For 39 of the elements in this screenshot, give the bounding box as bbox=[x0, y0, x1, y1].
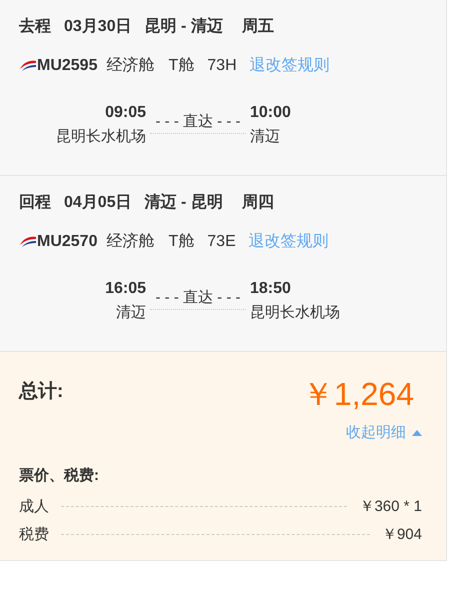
fee-label: 成人 bbox=[19, 497, 49, 517]
arrival-airport: 昆明长水机场 bbox=[250, 303, 340, 323]
refund-rules-link[interactable]: 退改签规则 bbox=[250, 56, 330, 76]
arrival-time: 10:00 bbox=[250, 103, 291, 123]
fee-amount: ￥904 bbox=[382, 525, 422, 545]
aircraft-type: 73E bbox=[207, 232, 236, 252]
arrival-airport: 清迈 bbox=[250, 127, 280, 147]
arrival-time: 18:50 bbox=[250, 279, 291, 299]
cabin-code: T舱 bbox=[168, 232, 194, 252]
flight-weekday: 周四 bbox=[242, 193, 274, 213]
flight-number: MU2570 bbox=[37, 232, 98, 252]
departure-time: 16:05 bbox=[105, 279, 146, 299]
flight-date: 04月05日 bbox=[64, 193, 132, 213]
collapse-details-button[interactable]: 收起明细 bbox=[346, 422, 422, 444]
airline-logo-icon bbox=[19, 59, 37, 73]
departure-airport: 昆明长水机场 bbox=[56, 127, 146, 147]
fee-amount: ￥360 * 1 bbox=[359, 497, 422, 517]
breakdown-title: 票价、税费: bbox=[19, 466, 100, 486]
fee-label: 税费 bbox=[19, 525, 49, 545]
cabin-class: 经济舱 bbox=[106, 232, 154, 252]
flight-date: 03月30日 bbox=[64, 17, 132, 37]
cabin-code: T舱 bbox=[168, 56, 194, 76]
direct-flight-label: - - - 直达 - - - bbox=[156, 113, 240, 131]
cabin-class: 经济舱 bbox=[106, 56, 154, 76]
airline-logo-icon bbox=[19, 235, 37, 249]
departure-time: 09:05 bbox=[105, 103, 146, 123]
flight-route: 昆明 - 清迈 bbox=[144, 17, 223, 37]
trip-direction: 回程 bbox=[19, 193, 51, 213]
direct-flight-label: - - - 直达 - - - bbox=[156, 289, 240, 307]
refund-rules-link[interactable]: 退改签规则 bbox=[248, 232, 329, 252]
total-price: ￥1,264 bbox=[302, 375, 414, 414]
flight-number: MU2595 bbox=[37, 56, 98, 76]
aircraft-type: 73H bbox=[207, 56, 237, 76]
caret-up-icon bbox=[412, 430, 422, 436]
flight-route: 清迈 - 昆明 bbox=[144, 193, 223, 213]
total-label: 总计: bbox=[19, 380, 64, 404]
departure-airport: 清迈 bbox=[116, 303, 146, 323]
trip-direction: 去程 bbox=[19, 17, 51, 37]
flight-weekday: 周五 bbox=[242, 17, 274, 37]
